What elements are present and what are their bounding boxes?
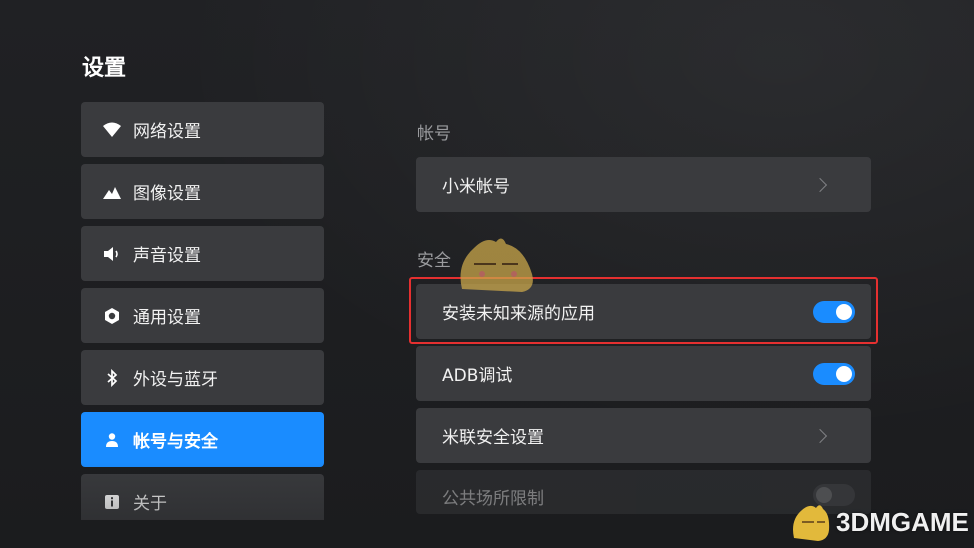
chevron-right-icon — [812, 177, 828, 192]
person-icon — [101, 429, 123, 451]
toggle-knob — [836, 365, 852, 382]
sidebar-item-picture[interactable]: 图像设置 — [81, 164, 324, 219]
info-icon — [101, 491, 123, 513]
bluetooth-icon — [101, 367, 123, 389]
sidebar-item-label: 图像设置 — [133, 184, 201, 204]
sidebar-item-peripherals[interactable]: 外设与蓝牙 — [81, 350, 324, 405]
watermark-mascot-small-icon — [793, 505, 830, 541]
row-adb-debugging[interactable]: ADB调试 — [416, 346, 871, 401]
mountain-icon — [101, 181, 123, 203]
chevron-right-icon — [812, 428, 828, 443]
sidebar-item-about[interactable]: 关于 — [81, 474, 324, 520]
row-label: 公共场所限制 — [442, 489, 544, 509]
watermark-text: 3DMGAME — [836, 506, 969, 537]
sidebar-item-sound[interactable]: 声音设置 — [81, 226, 324, 281]
gear-icon — [101, 305, 123, 327]
sidebar-item-label: 关于 — [133, 494, 167, 514]
toggle-knob — [816, 487, 832, 503]
watermark-mascot-icon — [460, 238, 533, 292]
speaker-icon — [101, 243, 123, 265]
section-title-security: 安全 — [417, 251, 451, 271]
row-xiaomi-account[interactable]: 小米帐号 — [416, 157, 871, 212]
sidebar-item-general[interactable]: 通用设置 — [81, 288, 324, 343]
sidebar-item-label: 帐号与安全 — [133, 432, 218, 452]
sidebar: 网络设置 图像设置 声音设置 通用设置 外设与蓝牙 帐号与安全 关于 — [81, 102, 325, 520]
row-label: ADB调试 — [442, 366, 513, 386]
sidebar-item-label: 通用设置 — [133, 308, 201, 328]
sidebar-item-label: 网络设置 — [133, 122, 201, 142]
sidebar-item-label: 外设与蓝牙 — [133, 370, 218, 390]
sidebar-item-account-security[interactable]: 帐号与安全 — [81, 412, 324, 467]
page-title: 设置 — [82, 56, 127, 81]
sidebar-item-network[interactable]: 网络设置 — [81, 102, 324, 157]
row-label: 米联安全设置 — [442, 428, 544, 448]
wifi-icon — [101, 119, 123, 141]
row-milink-security[interactable]: 米联安全设置 — [416, 408, 871, 463]
row-label: 小米帐号 — [442, 177, 510, 197]
adb-debugging-toggle[interactable] — [813, 362, 855, 385]
watermark-logo: 3DMGAME — [790, 502, 969, 542]
sidebar-item-label: 声音设置 — [133, 246, 201, 266]
section-title-account: 帐号 — [417, 124, 451, 144]
